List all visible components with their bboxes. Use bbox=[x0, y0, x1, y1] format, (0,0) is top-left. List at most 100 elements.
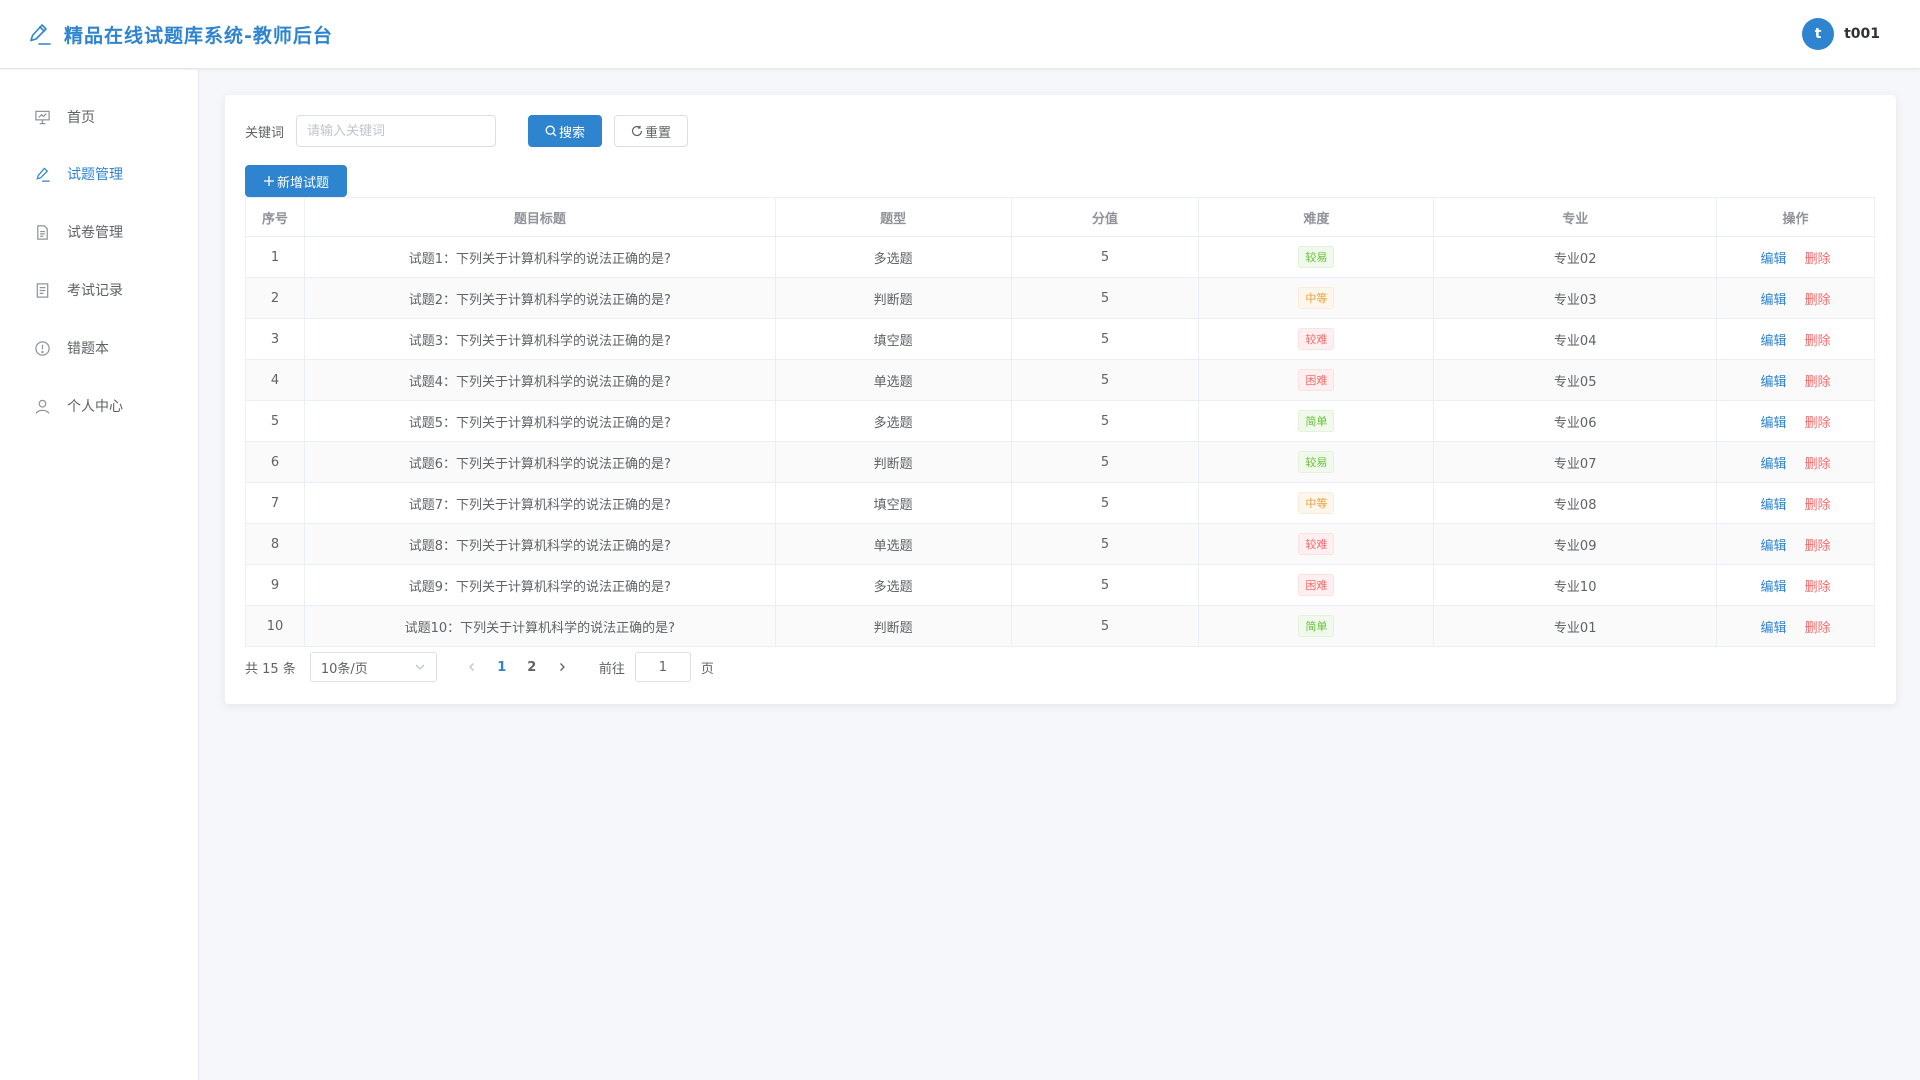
cell-score: 5 bbox=[1011, 237, 1200, 278]
page-size-select[interactable]: 10条/页 bbox=[309, 652, 437, 682]
cell-major: 专业05 bbox=[1434, 360, 1718, 401]
edit-button[interactable]: 编辑 bbox=[1761, 453, 1787, 472]
sidebar: 首页 试题管理 试卷管理 考试记录 错题本 个人中心 bbox=[0, 70, 199, 1080]
cell-title: 试题1：下列关于计算机科学的说法正确的是? bbox=[304, 237, 776, 278]
cell-score: 5 bbox=[1011, 483, 1200, 524]
cell-actions: 编辑 删除 bbox=[1717, 524, 1876, 565]
edit-button[interactable]: 编辑 bbox=[1761, 494, 1787, 513]
keyword-input[interactable] bbox=[296, 115, 497, 147]
cell-score: 5 bbox=[1011, 319, 1200, 360]
search-button[interactable]: 搜索 bbox=[528, 115, 603, 147]
edit-button[interactable]: 编辑 bbox=[1761, 412, 1787, 431]
delete-button[interactable]: 删除 bbox=[1805, 371, 1831, 390]
header-title: 题目标题 bbox=[304, 198, 776, 237]
edit-button[interactable]: 编辑 bbox=[1761, 330, 1787, 349]
cell-index: 5 bbox=[246, 401, 305, 442]
header-difficulty: 难度 bbox=[1199, 198, 1435, 237]
cell-difficulty: 简单 bbox=[1199, 606, 1435, 647]
refresh-icon bbox=[631, 125, 643, 137]
cell-major: 专业10 bbox=[1434, 565, 1718, 606]
table-body: 1 试题1：下列关于计算机科学的说法正确的是? 多选题 5 较易 专业02 编辑 删除 2 试题2… bbox=[246, 237, 1876, 647]
cell-actions: 编辑 删除 bbox=[1717, 401, 1876, 442]
cell-title: 试题8：下列关于计算机科学的说法正确的是? bbox=[304, 524, 776, 565]
cell-major: 专业08 bbox=[1434, 483, 1718, 524]
difficulty-tag: 较难 bbox=[1298, 533, 1335, 555]
cell-type: 多选题 bbox=[775, 401, 1012, 442]
delete-button[interactable]: 删除 bbox=[1805, 289, 1831, 308]
cell-score: 5 bbox=[1011, 442, 1200, 483]
sidebar-item-profile[interactable]: 个人中心 bbox=[0, 386, 198, 426]
username[interactable]: t001 bbox=[1844, 26, 1880, 42]
cell-title: 试题6：下列关于计算机科学的说法正确的是? bbox=[304, 442, 776, 483]
prev-page-button[interactable] bbox=[457, 652, 487, 682]
pagination: 共 15 条 10条/页 1 2 前往 页 bbox=[245, 652, 714, 682]
sidebar-item-label: 试卷管理 bbox=[67, 225, 123, 241]
edit-button[interactable]: 编辑 bbox=[1761, 576, 1787, 595]
user-menu[interactable]: t t001 bbox=[1802, 18, 1880, 50]
questions-table: 序号 题目标题 题型 分值 难度 专业 操作 1 试题1：下列关于计算机科学的说法… bbox=[245, 197, 1876, 647]
goto-page-input[interactable] bbox=[634, 652, 691, 682]
user-icon bbox=[35, 399, 50, 414]
document-icon bbox=[37, 224, 48, 240]
pencil-icon bbox=[30, 24, 51, 45]
cell-score: 5 bbox=[1011, 360, 1200, 401]
cell-difficulty: 较易 bbox=[1199, 442, 1435, 483]
cell-score: 5 bbox=[1011, 278, 1200, 319]
pencil-icon bbox=[36, 166, 50, 182]
sidebar-item-home[interactable]: 首页 bbox=[0, 97, 198, 137]
reset-button[interactable]: 重置 bbox=[614, 115, 689, 147]
difficulty-tag: 简单 bbox=[1298, 615, 1335, 637]
sidebar-item-wrong-questions[interactable]: 错题本 bbox=[0, 328, 198, 368]
cell-type: 填空题 bbox=[775, 483, 1012, 524]
difficulty-tag: 较易 bbox=[1298, 246, 1335, 268]
sidebar-item-paper-management[interactable]: 试卷管理 bbox=[0, 212, 198, 252]
sidebar-item-question-management[interactable]: 试题管理 bbox=[0, 154, 198, 194]
delete-button[interactable]: 删除 bbox=[1805, 617, 1831, 636]
table-row: 7 试题7：下列关于计算机科学的说法正确的是? 填空题 5 中等 专业08 编辑 删除 bbox=[246, 483, 1876, 524]
delete-button[interactable]: 删除 bbox=[1805, 453, 1831, 472]
difficulty-tag: 简单 bbox=[1298, 410, 1335, 432]
sidebar-item-label: 首页 bbox=[67, 110, 95, 126]
search-button-label: 搜索 bbox=[559, 125, 586, 141]
header-index: 序号 bbox=[246, 198, 305, 237]
cell-title: 试题9：下列关于计算机科学的说法正确的是? bbox=[304, 565, 776, 606]
delete-button[interactable]: 删除 bbox=[1805, 412, 1831, 431]
delete-button[interactable]: 删除 bbox=[1805, 330, 1831, 349]
total-count: 共 15 条 bbox=[245, 661, 296, 677]
delete-button[interactable]: 删除 bbox=[1805, 248, 1831, 267]
table-header-row: 序号 题目标题 题型 分值 难度 专业 操作 bbox=[246, 198, 1876, 237]
edit-button[interactable]: 编辑 bbox=[1761, 289, 1787, 308]
cell-difficulty: 困难 bbox=[1199, 565, 1435, 606]
edit-button[interactable]: 编辑 bbox=[1761, 248, 1787, 267]
cell-title: 试题10：下列关于计算机科学的说法正确的是? bbox=[304, 606, 776, 647]
cell-major: 专业06 bbox=[1434, 401, 1718, 442]
cell-score: 5 bbox=[1011, 565, 1200, 606]
cell-actions: 编辑 删除 bbox=[1717, 565, 1876, 606]
edit-button[interactable]: 编辑 bbox=[1761, 535, 1787, 554]
page-suffix: 页 bbox=[700, 661, 714, 677]
add-question-button[interactable]: 新增试题 bbox=[245, 165, 347, 197]
cell-title: 试题5：下列关于计算机科学的说法正确的是? bbox=[304, 401, 776, 442]
next-page-button[interactable] bbox=[547, 652, 577, 682]
cell-title: 试题4：下列关于计算机科学的说法正确的是? bbox=[304, 360, 776, 401]
top-header: 精品在线试题库系统-教师后台 t t001 bbox=[0, 0, 1920, 69]
plus-icon bbox=[263, 176, 274, 186]
cell-index: 10 bbox=[246, 606, 305, 647]
cell-title: 试题2：下列关于计算机科学的说法正确的是? bbox=[304, 278, 776, 319]
delete-button[interactable]: 删除 bbox=[1805, 494, 1831, 513]
sidebar-item-exam-records[interactable]: 考试记录 bbox=[0, 270, 198, 310]
search-icon bbox=[545, 125, 557, 137]
table-row: 3 试题3：下列关于计算机科学的说法正确的是? 填空题 5 较难 专业04 编辑 删除 bbox=[246, 319, 1876, 360]
delete-button[interactable]: 删除 bbox=[1805, 535, 1831, 554]
cell-major: 专业09 bbox=[1434, 524, 1718, 565]
page-2-button[interactable]: 2 bbox=[517, 652, 547, 682]
table-row: 5 试题5：下列关于计算机科学的说法正确的是? 多选题 5 简单 专业06 编辑 删除 bbox=[246, 401, 1876, 442]
avatar[interactable]: t bbox=[1802, 18, 1835, 50]
page-1-button[interactable]: 1 bbox=[487, 652, 517, 682]
cell-type: 判断题 bbox=[775, 278, 1012, 319]
delete-button[interactable]: 删除 bbox=[1805, 576, 1831, 595]
cell-type: 多选题 bbox=[775, 565, 1012, 606]
main-card: 关键词 搜索 重置 新增试题 序号 题目标题 题型 分值 难度 专业 操作 1试… bbox=[225, 95, 1896, 704]
edit-button[interactable]: 编辑 bbox=[1761, 617, 1787, 636]
edit-button[interactable]: 编辑 bbox=[1761, 371, 1787, 390]
